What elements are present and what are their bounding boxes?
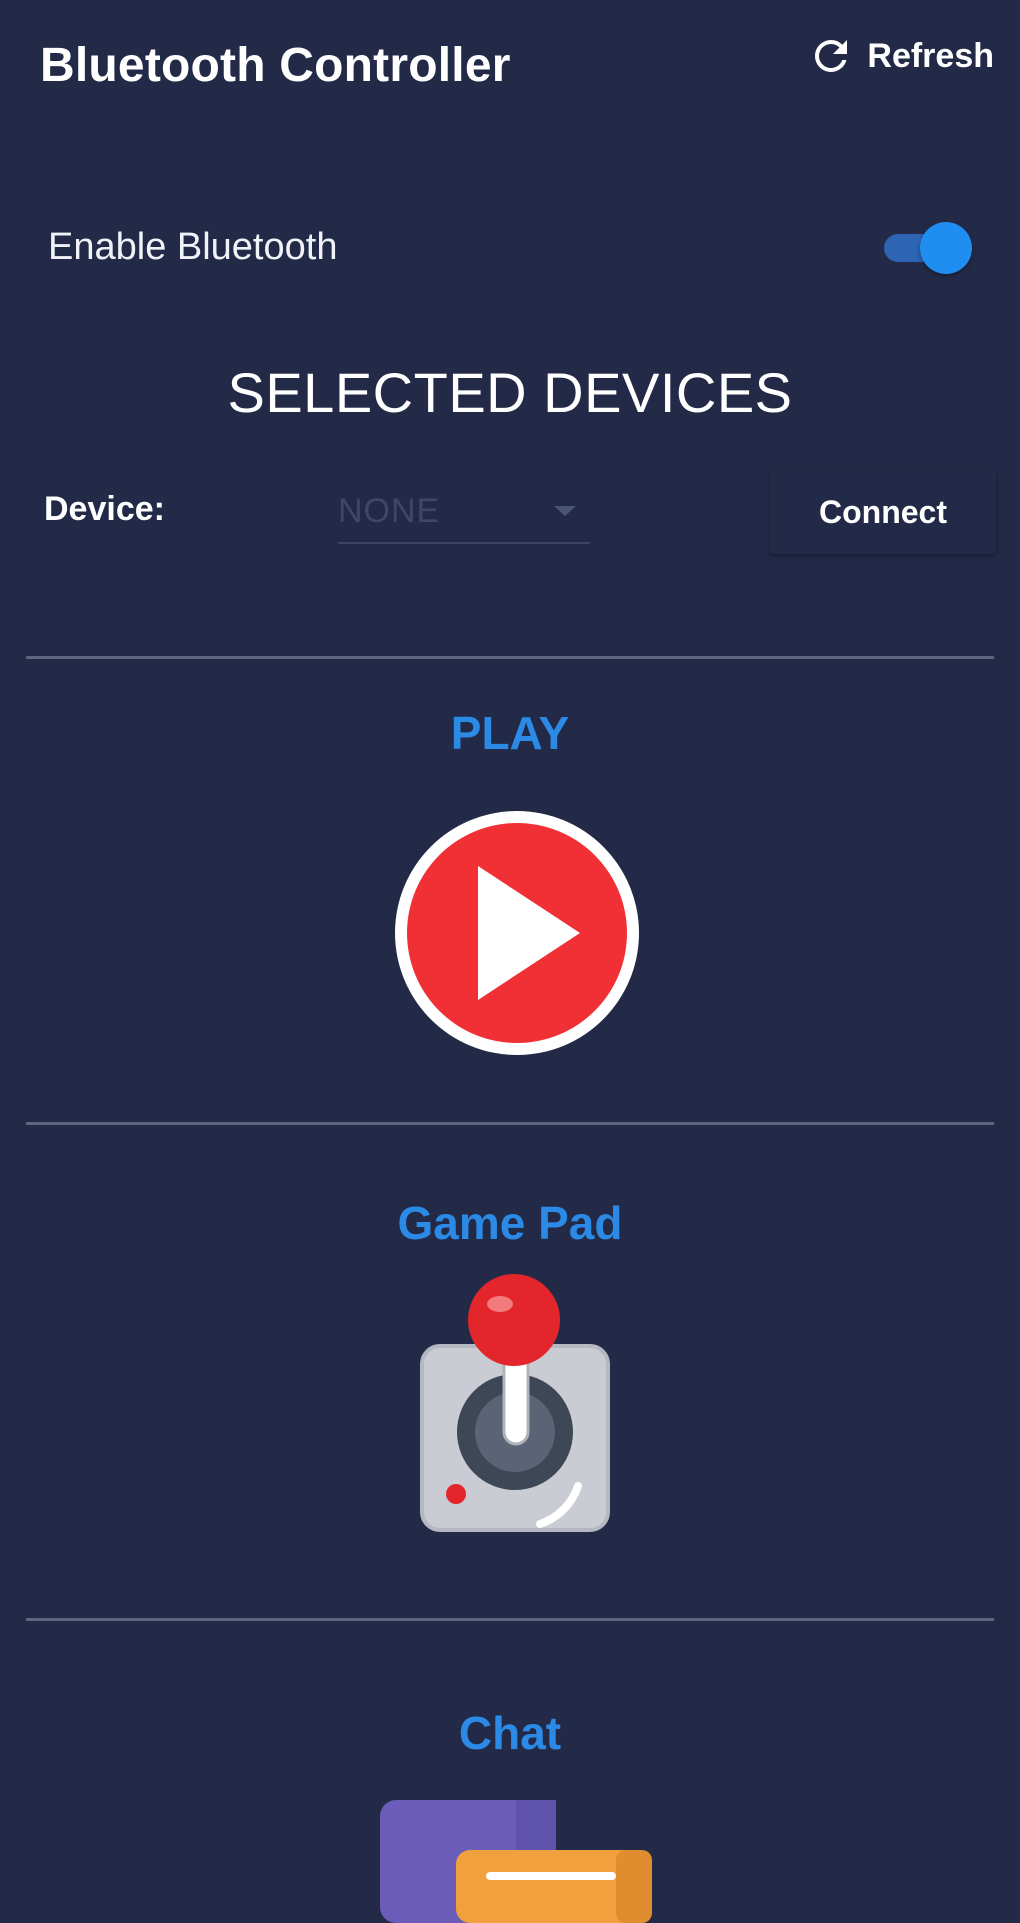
chat-icon[interactable] bbox=[376, 1800, 656, 1923]
connect-button[interactable]: Connect bbox=[770, 470, 996, 554]
selected-devices-title: SELECTED DEVICES bbox=[227, 361, 793, 424]
play-title[interactable]: PLAY bbox=[0, 706, 1020, 760]
joystick-icon[interactable] bbox=[418, 1272, 612, 1534]
device-label: Device: bbox=[44, 490, 165, 528]
refresh-label: Refresh bbox=[867, 36, 994, 75]
divider bbox=[26, 656, 994, 659]
enable-bluetooth-toggle[interactable] bbox=[880, 219, 972, 275]
refresh-button[interactable]: Refresh bbox=[807, 26, 994, 86]
chat-title[interactable]: Chat bbox=[0, 1706, 1020, 1760]
divider bbox=[26, 1618, 994, 1621]
divider bbox=[26, 1122, 994, 1125]
refresh-icon bbox=[807, 32, 855, 80]
gamepad-title[interactable]: Game Pad bbox=[0, 1196, 1020, 1250]
device-dropdown-value: NONE bbox=[338, 492, 441, 530]
app-title: Bluetooth Controller bbox=[40, 39, 511, 92]
toggle-thumb bbox=[920, 222, 972, 274]
dropdown-arrow-icon bbox=[554, 506, 576, 516]
enable-bluetooth-row: Enable Bluetooth bbox=[48, 215, 972, 279]
device-dropdown[interactable]: NONE bbox=[338, 480, 590, 544]
enable-bluetooth-label: Enable Bluetooth bbox=[48, 225, 338, 268]
device-row: Device: NONE Connect bbox=[44, 470, 996, 554]
play-icon[interactable] bbox=[392, 808, 642, 1058]
